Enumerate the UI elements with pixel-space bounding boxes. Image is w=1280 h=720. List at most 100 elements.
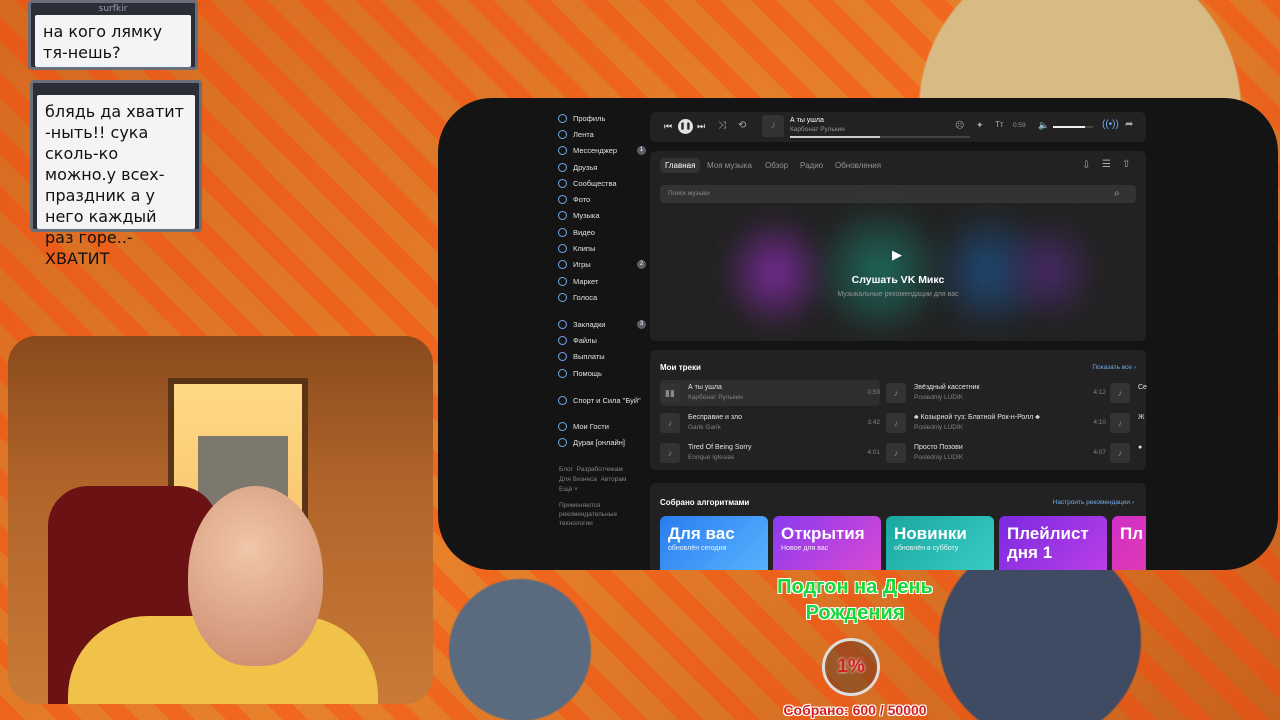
- download-icon[interactable]: ⇩: [1082, 160, 1090, 171]
- tab-radio[interactable]: Радио: [800, 161, 823, 170]
- chat-message-2: блядь да хватит -ныть!! сука сколь-ко мо…: [30, 80, 202, 268]
- track-row[interactable]: ♪ Просто Позови Posledniy LUDIK 4:07: [886, 440, 1106, 466]
- sidebar-nav-2: Закладки 3 Файлы Выплаты Помощь: [558, 316, 646, 381]
- sidebar-item[interactable]: Маркет: [558, 273, 646, 289]
- sparkle-icon[interactable]: ✦: [976, 120, 984, 131]
- add-playlist-icon[interactable]: ☰: [1102, 159, 1111, 170]
- counter-badge: 2: [637, 260, 646, 270]
- sidebar-item[interactable]: Профиль: [558, 110, 646, 126]
- sidebar-item[interactable]: Друзья: [558, 159, 646, 175]
- sidebar-item[interactable]: Спорт и Сила "Буй": [558, 392, 646, 408]
- sidebar-item[interactable]: Игры 2: [558, 257, 646, 273]
- sidebar-item[interactable]: Мои Гости: [558, 418, 646, 434]
- track-artist: Карбонат Рулькин: [688, 394, 743, 401]
- tab-updates[interactable]: Обновления: [835, 161, 881, 170]
- show-all-link[interactable]: Показать все ›: [1092, 364, 1136, 371]
- volume-slider[interactable]: [1053, 126, 1093, 128]
- user-icon: [558, 113, 567, 123]
- footer-link-authors[interactable]: Авторам: [601, 476, 627, 483]
- shuffle-icon[interactable]: ⤨: [718, 120, 726, 131]
- games-icon: [558, 260, 567, 270]
- tab-main[interactable]: Главная: [660, 158, 701, 173]
- footer-link-dev[interactable]: Разработчикам: [577, 466, 623, 473]
- track-duration: 3:42: [867, 419, 880, 426]
- track-row[interactable]: ♪ ♣ Козырной туз: Блатной Рок-н-Ролл ♣ Pos…: [886, 410, 1106, 436]
- algo-settings-link[interactable]: Настроить рекомендации ›: [1053, 499, 1134, 506]
- sidebar-item[interactable]: Закладки 3: [558, 316, 646, 332]
- guests-icon: [558, 421, 567, 431]
- counter-badge: 3: [637, 319, 646, 329]
- card-sub: обновлён сегодня: [668, 545, 727, 552]
- track-row[interactable]: ♪ Се: [1110, 380, 1278, 406]
- track-cover-icon: ♪: [660, 413, 680, 433]
- dislike-icon[interactable]: ☹: [955, 120, 964, 131]
- upload-icon[interactable]: ⇧: [1122, 159, 1130, 170]
- sidebar-item[interactable]: Видео: [558, 224, 646, 240]
- tab-explore[interactable]: Обзор: [765, 161, 788, 170]
- track-cover-icon: ♪: [1110, 413, 1130, 433]
- playlist-card-for-you[interactable]: Для вас обновлён сегодня: [660, 516, 768, 570]
- footer-link-business[interactable]: Для бизнеса: [559, 476, 597, 483]
- sidebar-item-label: Видео: [573, 227, 595, 237]
- sidebar-item-label: Помощь: [573, 368, 602, 378]
- track-duration: 4:01: [867, 449, 880, 456]
- playlist-card-discoveries[interactable]: Открытия Новое для вас: [773, 516, 881, 570]
- track-duration: 4:07: [1093, 449, 1106, 456]
- card-title: Новинки: [894, 524, 967, 543]
- playlist-card-day-1[interactable]: Плейлист дня 1: [999, 516, 1107, 570]
- footer-link-more[interactable]: Ещё ˅: [559, 485, 626, 495]
- pause-button[interactable]: ❚❚: [678, 119, 693, 134]
- sidebar-item[interactable]: Помощь: [558, 365, 646, 381]
- track-duration: 4:12: [1093, 389, 1106, 396]
- track-row[interactable]: ♪ Звёздный кассетник Posledniy LUDIK 4:12: [886, 380, 1106, 406]
- sidebar-item[interactable]: Выплаты: [558, 349, 646, 365]
- next-icon[interactable]: ⏭: [697, 121, 705, 132]
- sidebar-item[interactable]: Клипы: [558, 240, 646, 256]
- sidebar-nav-4: Мои Гости Дурак [онлайн]: [558, 418, 646, 451]
- track-duration: 0:59: [867, 389, 880, 396]
- track-title: ●: [1138, 444, 1143, 451]
- playlist-card-partial[interactable]: Пл дн: [1112, 516, 1146, 570]
- track-artist: Posledniy LUDIK: [914, 394, 964, 401]
- track-row[interactable]: ♪ Бесправие и зло Garik Garik 3:42: [660, 410, 880, 436]
- prev-icon[interactable]: ⏮: [664, 121, 672, 132]
- card-title: Пл дн: [1120, 524, 1146, 543]
- sidebar-item-label: Фото: [573, 195, 591, 205]
- tab-my-music[interactable]: Моя музыка: [707, 161, 752, 170]
- counter-badge: 1: [637, 146, 646, 156]
- sidebar-item-label: Выплаты: [573, 352, 605, 362]
- mix-subtitle: Музыкальные рекомендации для вас: [837, 291, 959, 298]
- sidebar-item[interactable]: Фото: [558, 191, 646, 207]
- share-icon[interactable]: ➦: [1125, 119, 1133, 130]
- track-row[interactable]: ♪ ●: [1110, 440, 1278, 466]
- search-icon[interactable]: ⌕: [1114, 188, 1120, 199]
- chat-text: блядь да хватит -ныть!! сука сколь-ко мо…: [37, 95, 195, 268]
- sidebar-item[interactable]: Лента: [558, 126, 646, 142]
- sidebar-item[interactable]: Мессенджер 1: [558, 143, 646, 159]
- broadcast-icon[interactable]: ((•)): [1102, 119, 1119, 130]
- track-row[interactable]: ♪ Ж: [1110, 410, 1278, 436]
- player-progress-track[interactable]: [790, 136, 970, 138]
- lyrics-icon[interactable]: Tт: [995, 120, 1004, 129]
- music-search-input[interactable]: Поиск музыки: [660, 185, 1136, 203]
- footer-link-blog[interactable]: Блог: [559, 466, 573, 473]
- playlist-card-new[interactable]: Новинки обновлён в субботу: [886, 516, 994, 570]
- mix-title[interactable]: Слушать VK Микс: [650, 274, 1146, 286]
- mix-play-icon[interactable]: ▶: [892, 247, 902, 263]
- track-title: Tired Of Being Sorry: [688, 444, 752, 451]
- market-icon: [558, 276, 567, 286]
- track-cover-icon: ▮▮: [660, 383, 680, 403]
- sidebar-item[interactable]: Дурак [онлайн]: [558, 434, 646, 450]
- volume-icon[interactable]: 🔈: [1038, 120, 1049, 131]
- sidebar-item[interactable]: Голоса: [558, 289, 646, 305]
- track-row[interactable]: ♪ Tired Of Being Sorry Enrique Iglesias 4:0…: [660, 440, 880, 466]
- card-title: Плейлист дня 1: [1007, 524, 1089, 562]
- sidebar-nav: Профиль Лента Мессенджер 1 Друзья Сообщества Ф…: [558, 110, 646, 306]
- track-row[interactable]: ▮▮ А ты ушла Карбонат Рулькин 0:59: [660, 380, 880, 406]
- repeat-icon[interactable]: ⟲: [738, 120, 746, 131]
- track-cover: ♪: [762, 115, 784, 137]
- footer-note: рекомендательные: [559, 511, 618, 518]
- sidebar-item[interactable]: Файлы: [558, 332, 646, 348]
- sidebar-item[interactable]: Музыка: [558, 208, 646, 224]
- sidebar-item[interactable]: Сообщества: [558, 175, 646, 191]
